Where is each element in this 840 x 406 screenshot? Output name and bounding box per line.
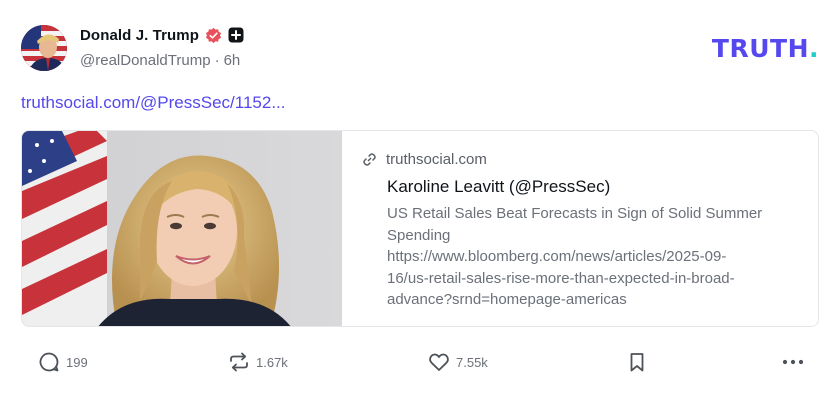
like-count: 7.55k: [456, 354, 488, 370]
link-preview-body: truthsocial.com Karoline Leavitt (@Press…: [362, 131, 818, 326]
description-line: 16/us-retail-sales-rise-more-than-expect…: [387, 269, 735, 287]
link-preview-title: Karoline Leavitt (@PressSec): [387, 177, 611, 196]
link-icon: [363, 153, 376, 166]
author-name-row: Donald J. Trump: [80, 25, 244, 45]
post-link[interactable]: truthsocial.com/@PressSec/1152...: [21, 93, 286, 113]
verified-badge-icon: [205, 27, 222, 43]
reply-button[interactable]: 199: [38, 348, 88, 376]
retruth-icon: [230, 352, 248, 372]
post-actions: 199 1.67k 7.55k: [0, 348, 840, 376]
link-preview-image: [22, 131, 342, 326]
author-avatar[interactable]: [21, 25, 67, 71]
more-options-button[interactable]: [781, 348, 805, 376]
description-line: https://www.bloomberg.com/news/articles/…: [387, 248, 727, 265]
author-handle-row: @realDonaldTrump · 6h: [80, 52, 240, 69]
author-display-name[interactable]: Donald J. Trump: [80, 27, 199, 44]
retruth-button[interactable]: 1.67k: [228, 348, 288, 376]
comment-icon: [39, 352, 59, 372]
link-preview-description: US Retail Sales Beat Forecasts in Sign o…: [387, 203, 802, 311]
separator-dot: ·: [214, 52, 220, 69]
logo-dot: .: [809, 34, 819, 63]
more-dots-icon: [782, 359, 804, 365]
plus-badge-icon: [228, 27, 244, 43]
logo-text: TRUTH: [711, 34, 809, 63]
link-preview-card[interactable]: truthsocial.com Karoline Leavitt (@Press…: [21, 130, 819, 327]
description-line: Spending: [387, 226, 451, 244]
heart-icon: [429, 353, 449, 371]
retruth-count: 1.67k: [256, 354, 288, 370]
post-timestamp[interactable]: 6h: [224, 52, 241, 69]
reply-count: 199: [66, 354, 88, 370]
link-preview-domain-row: truthsocial.com: [362, 151, 487, 168]
bookmark-button[interactable]: [626, 348, 648, 376]
like-button[interactable]: 7.55k: [428, 348, 488, 376]
description-line: US Retail Sales Beat Forecasts in Sign o…: [387, 205, 763, 222]
author-handle[interactable]: @realDonaldTrump: [80, 52, 211, 69]
link-preview-domain: truthsocial.com: [386, 151, 487, 168]
bookmark-icon: [630, 353, 644, 372]
truth-post: Donald J. Trump @realDonaldTrump · 6h TR…: [0, 0, 840, 406]
truth-logo[interactable]: TRUTH.: [712, 34, 819, 63]
description-line: advance?srnd=homepage-americas: [387, 291, 627, 308]
